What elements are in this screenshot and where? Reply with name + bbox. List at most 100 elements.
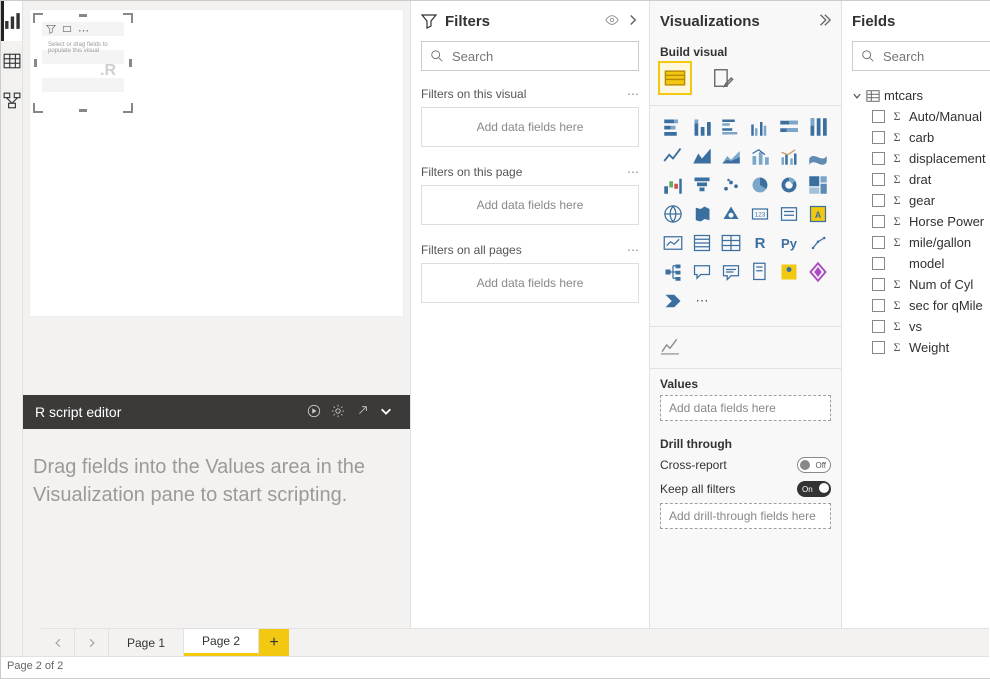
values-well[interactable]: Add data fields here <box>660 395 831 421</box>
field-item[interactable]: Σmile/gallon <box>870 232 990 253</box>
field-checkbox[interactable] <box>872 257 885 270</box>
viz-gauge[interactable]: 123 <box>747 201 773 227</box>
filter-section-more-icon[interactable]: ⋯ <box>627 165 639 179</box>
field-item[interactable]: Σsec for qMile <box>870 295 990 316</box>
viz-table[interactable] <box>718 230 744 256</box>
viz-funnel[interactable] <box>689 172 715 198</box>
viz-key-influencers[interactable] <box>805 230 831 256</box>
viz-waterfall[interactable] <box>660 172 686 198</box>
script-options-icon[interactable] <box>326 404 350 421</box>
funnel-icon[interactable] <box>46 24 56 37</box>
run-script-icon[interactable] <box>302 404 326 421</box>
viz-matrix[interactable]: R <box>747 230 773 256</box>
viz-decomposition[interactable] <box>660 259 686 285</box>
filter-well[interactable]: Add data fields here <box>421 263 639 303</box>
viz-paginated[interactable] <box>747 259 773 285</box>
table-node[interactable]: mtcars <box>848 85 990 106</box>
field-item[interactable]: Σcarb <box>870 127 990 148</box>
popout-icon[interactable] <box>350 404 374 421</box>
viz-stacked-column[interactable] <box>689 114 715 140</box>
fields-search-input[interactable] <box>881 48 990 65</box>
field-checkbox[interactable] <box>872 173 885 186</box>
collapse-editor-icon[interactable] <box>374 404 398 421</box>
filter-well[interactable]: Add data fields here <box>421 107 639 147</box>
drill-through-well[interactable]: Add drill-through fields here <box>660 503 831 529</box>
viz-ribbon[interactable] <box>805 143 831 169</box>
viz-power-automate[interactable] <box>660 288 686 314</box>
field-checkbox[interactable] <box>872 131 885 144</box>
page-prev[interactable] <box>41 629 75 656</box>
show-hide-icon[interactable] <box>605 13 619 30</box>
collapse-filters-icon[interactable] <box>627 14 639 29</box>
add-page-button[interactable]: + <box>259 629 289 656</box>
field-checkbox[interactable] <box>872 236 885 249</box>
viz-100-stacked-bar[interactable] <box>776 114 802 140</box>
collapse-viz-icon[interactable] <box>817 13 831 30</box>
filter-well[interactable]: Add data fields here <box>421 185 639 225</box>
viz-line-stacked-column[interactable] <box>747 143 773 169</box>
field-checkbox[interactable] <box>872 152 885 165</box>
viz-clustered-column[interactable] <box>747 114 773 140</box>
fields-search[interactable] <box>852 41 990 71</box>
viz-donut[interactable] <box>776 172 802 198</box>
build-visual-tab[interactable] <box>660 63 690 93</box>
field-item[interactable]: model <box>870 253 990 274</box>
page-tab[interactable]: Page 1 <box>109 629 184 656</box>
viz-get-more[interactable]: ⋯ <box>689 288 715 314</box>
report-canvas[interactable]: ⋯ Select or drag fields to populate this… <box>29 9 404 317</box>
focus-icon[interactable] <box>62 24 72 37</box>
viz-kpi[interactable] <box>660 230 686 256</box>
viz-map[interactable] <box>660 201 686 227</box>
viz-line-clustered-column[interactable] <box>776 143 802 169</box>
r-visual[interactable]: ⋯ Select or drag fields to populate this… <box>38 18 128 108</box>
rail-model-view[interactable] <box>1 81 22 121</box>
cross-report-toggle[interactable]: Off <box>797 457 831 473</box>
viz-python[interactable]: Py <box>776 230 802 256</box>
viz-card[interactable] <box>776 201 802 227</box>
viz-qa[interactable] <box>689 259 715 285</box>
page-next[interactable] <box>75 629 109 656</box>
field-item[interactable]: Σvs <box>870 316 990 337</box>
viz-line[interactable] <box>660 143 686 169</box>
rail-data-view[interactable] <box>1 41 22 81</box>
viz-azure-map[interactable] <box>718 201 744 227</box>
field-item[interactable]: ΣHorse Power <box>870 211 990 232</box>
field-checkbox[interactable] <box>872 278 885 291</box>
field-checkbox[interactable] <box>872 110 885 123</box>
viz-multi-row-card[interactable]: A <box>805 201 831 227</box>
field-checkbox[interactable] <box>872 194 885 207</box>
field-item[interactable]: Σdisplacement <box>870 148 990 169</box>
rail-report-view[interactable] <box>1 1 22 41</box>
page-tab[interactable]: Page 2 <box>184 629 259 656</box>
viz-arcgis[interactable] <box>776 259 802 285</box>
filter-section-more-icon[interactable]: ⋯ <box>627 87 639 101</box>
filter-section-more-icon[interactable]: ⋯ <box>627 243 639 257</box>
field-item[interactable]: Σdrat <box>870 169 990 190</box>
field-checkbox[interactable] <box>872 299 885 312</box>
bar-chart-icon <box>4 12 22 30</box>
viz-scatter[interactable] <box>718 172 744 198</box>
format-visual-tab[interactable] <box>708 63 738 93</box>
field-item[interactable]: ΣWeight <box>870 337 990 358</box>
more-icon[interactable]: ⋯ <box>78 24 90 37</box>
viz-stacked-bar[interactable] <box>660 114 686 140</box>
field-checkbox[interactable] <box>872 341 885 354</box>
field-checkbox[interactable] <box>872 215 885 228</box>
viz-treemap[interactable] <box>805 172 831 198</box>
viz-power-apps[interactable] <box>805 259 831 285</box>
filters-search-input[interactable] <box>450 48 630 65</box>
viz-100-stacked-column[interactable] <box>805 114 831 140</box>
field-checkbox[interactable] <box>872 320 885 333</box>
keep-filters-toggle[interactable]: On <box>797 481 831 497</box>
viz-area[interactable] <box>689 143 715 169</box>
viz-stacked-area[interactable] <box>718 143 744 169</box>
viz-pie[interactable] <box>747 172 773 198</box>
viz-slicer[interactable] <box>689 230 715 256</box>
viz-filled-map[interactable] <box>689 201 715 227</box>
field-item[interactable]: Σgear <box>870 190 990 211</box>
field-item[interactable]: ΣAuto/Manual <box>870 106 990 127</box>
field-item[interactable]: ΣNum of Cyl <box>870 274 990 295</box>
filters-search[interactable] <box>421 41 639 71</box>
viz-smart-narrative[interactable] <box>718 259 744 285</box>
viz-clustered-bar[interactable] <box>718 114 744 140</box>
